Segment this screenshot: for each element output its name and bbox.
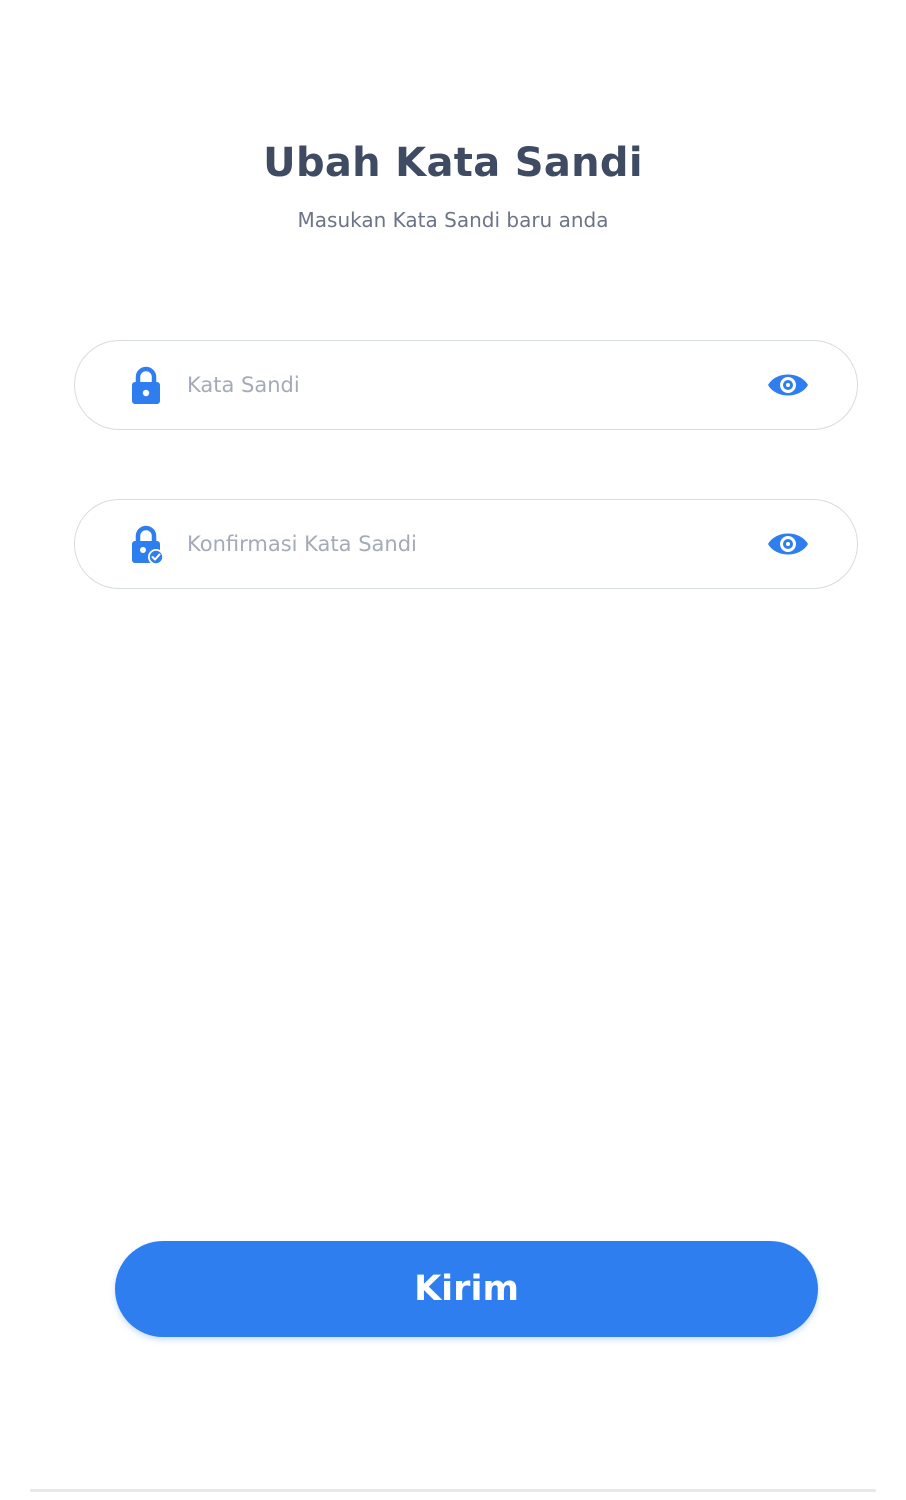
lock-check-icon: [132, 525, 163, 565]
submit-button[interactable]: Kirim: [115, 1241, 818, 1337]
confirm-password-input[interactable]: [187, 500, 747, 587]
password-field[interactable]: [74, 340, 858, 430]
eye-icon[interactable]: [767, 527, 809, 561]
page-subtitle: Masukan Kata Sandi baru anda: [297, 208, 609, 232]
lock-icon: [132, 366, 160, 404]
password-input[interactable]: [187, 341, 747, 428]
page-title: Ubah Kata Sandi: [263, 140, 643, 186]
confirm-password-field[interactable]: [74, 499, 858, 589]
eye-icon[interactable]: [767, 368, 809, 402]
change-password-screen: Ubah Kata Sandi Masukan Kata Sandi baru …: [0, 0, 906, 1500]
bottom-divider: [30, 1489, 876, 1492]
